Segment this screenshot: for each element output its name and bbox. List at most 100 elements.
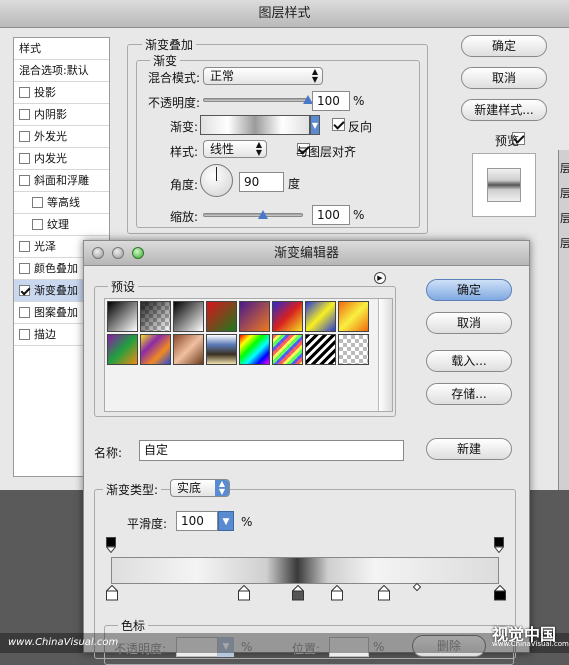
gradient-editor-window: 渐变编辑器 预设 ▶ 确定 取消 载入... 存储... 名称: 自定 新建 渐… <box>83 240 530 665</box>
align-label: 与图层对齐 <box>296 145 357 159</box>
style-list-item[interactable]: 斜面和浮雕 <box>14 170 109 192</box>
opacity-stop[interactable] <box>493 537 505 554</box>
style-checkbox[interactable] <box>19 109 30 120</box>
opacity-slider[interactable] <box>203 98 308 102</box>
presets-scrollbar[interactable] <box>378 299 392 411</box>
style-select[interactable]: 线性 ▲ ▼ <box>203 140 267 158</box>
gradient-cancel-button[interactable]: 取消 <box>426 312 512 334</box>
style-checkbox[interactable] <box>19 175 30 186</box>
gradient-preset-red-green[interactable] <box>206 301 237 332</box>
color-stop[interactable] <box>237 584 251 601</box>
style-list-label: 颜色叠加 <box>34 261 78 275</box>
angle-input[interactable]: 90 <box>239 172 284 192</box>
layer-style-ok-button[interactable]: 确定 <box>461 35 547 57</box>
style-list-item[interactable]: 混合选项:默认 <box>14 60 109 82</box>
style-label: 样式: <box>170 145 199 159</box>
style-list-item[interactable]: 纹理 <box>14 214 109 236</box>
minimize-window-icon[interactable] <box>112 247 124 259</box>
preset-fill <box>108 302 137 331</box>
gradient-preset-transparent[interactable] <box>338 334 369 365</box>
style-checkbox[interactable] <box>19 153 30 164</box>
gradient-preset-black-white[interactable] <box>173 301 204 332</box>
gradient-preset-violet-orange[interactable] <box>239 301 270 332</box>
load-button[interactable]: 载入... <box>426 350 512 372</box>
gradient-ok-button[interactable]: 确定 <box>426 279 512 301</box>
arrow-circle-icon[interactable]: ▶ <box>374 272 386 284</box>
style-checkbox[interactable] <box>19 285 30 296</box>
angle-dial-needle <box>216 167 217 181</box>
preset-fill <box>108 335 137 364</box>
style-checkbox[interactable] <box>19 241 30 252</box>
gradient-picker-dropdown[interactable]: ▼ <box>310 115 320 135</box>
gradient-preset-orange-yellow-orange[interactable] <box>338 301 369 332</box>
preset-fill <box>240 335 269 364</box>
style-list-item[interactable]: 样式 <box>14 38 109 60</box>
gradient-picker[interactable] <box>200 115 310 135</box>
layer-char-3: 层 <box>560 212 569 225</box>
gradient-preset-blue-red-yellow[interactable] <box>272 301 303 332</box>
style-list-label: 外发光 <box>34 129 67 143</box>
style-checkbox[interactable] <box>19 263 30 274</box>
style-list-item[interactable]: 内阴影 <box>14 104 109 126</box>
style-checkbox[interactable] <box>32 219 43 230</box>
gradient-preset-chrome[interactable] <box>206 334 237 365</box>
scale-percent: % <box>353 208 365 222</box>
gradient-preset-foreground-to-transparent[interactable] <box>140 301 171 332</box>
style-value: 线性 <box>210 142 235 156</box>
gradient-preset-copper[interactable] <box>173 334 204 365</box>
style-checkbox[interactable] <box>32 197 43 208</box>
preset-fill <box>207 302 236 331</box>
preset-fill <box>207 335 236 364</box>
style-list-item[interactable]: 投影 <box>14 82 109 104</box>
reverse-checkbox[interactable] <box>332 118 345 131</box>
style-list-item[interactable]: 内发光 <box>14 148 109 170</box>
scale-slider[interactable] <box>203 213 303 217</box>
preset-fill <box>240 302 269 331</box>
style-list-label: 内发光 <box>34 151 67 165</box>
gradient-preset-yellow-violet-orange-blue[interactable] <box>140 334 171 365</box>
blend-mode-select[interactable]: 正常 ▲ ▼ <box>203 67 323 85</box>
close-window-icon[interactable] <box>92 247 104 259</box>
color-stop[interactable] <box>291 584 305 601</box>
zoom-window-icon[interactable] <box>132 247 144 259</box>
color-stop[interactable] <box>330 584 344 601</box>
preset-fill <box>339 302 368 331</box>
gradient-preset-transparent-rainbow[interactable] <box>272 334 303 365</box>
style-list-item[interactable]: 等高线 <box>14 192 109 214</box>
style-list-item[interactable]: 外发光 <box>14 126 109 148</box>
preset-fill <box>141 335 170 364</box>
style-checkbox[interactable] <box>19 307 30 318</box>
color-stop[interactable] <box>493 584 507 601</box>
smoothness-percent: % <box>241 515 253 529</box>
smoothness-dropdown[interactable]: ▼ <box>218 511 234 531</box>
blend-mode-label: 混合模式: <box>148 71 201 85</box>
new-gradient-button[interactable]: 新建 <box>426 438 512 460</box>
style-list-label: 斜面和浮雕 <box>34 173 89 187</box>
gradient-preset-spectrum[interactable] <box>239 334 270 365</box>
scale-slider-knob[interactable] <box>258 210 268 219</box>
style-checkbox[interactable] <box>19 131 30 142</box>
gradient-preset-transparent-stripes[interactable] <box>305 334 336 365</box>
gradient-type-select[interactable]: 实底 ▲ ▼ <box>170 479 230 497</box>
smoothness-input[interactable]: 100 <box>176 511 218 531</box>
color-stop[interactable] <box>105 584 119 601</box>
opacity-input[interactable]: 100 <box>312 91 350 111</box>
scale-input[interactable]: 100 <box>312 205 350 225</box>
gradient-preset-violet-green-orange[interactable] <box>107 334 138 365</box>
layer-char-4: 层 <box>560 237 569 250</box>
style-checkbox[interactable] <box>19 87 30 98</box>
style-checkbox[interactable] <box>19 329 30 340</box>
gradient-preset-blue-yellow-blue[interactable] <box>305 301 336 332</box>
layer-style-cancel-button[interactable]: 取消 <box>461 67 547 89</box>
color-stop[interactable] <box>376 584 391 601</box>
preset-fill <box>306 335 335 364</box>
gradient-bar[interactable] <box>111 557 499 584</box>
gradient-preset-foreground-to-background[interactable] <box>107 301 138 332</box>
style-list-label: 混合选项:默认 <box>19 63 89 77</box>
save-button[interactable]: 存储... <box>426 383 512 405</box>
gradient-midpoint[interactable] <box>412 582 421 592</box>
name-input[interactable]: 自定 <box>139 440 404 461</box>
opacity-stop[interactable] <box>105 537 117 554</box>
angle-dial[interactable] <box>200 164 233 197</box>
new-style-button[interactable]: 新建样式... <box>461 99 547 121</box>
